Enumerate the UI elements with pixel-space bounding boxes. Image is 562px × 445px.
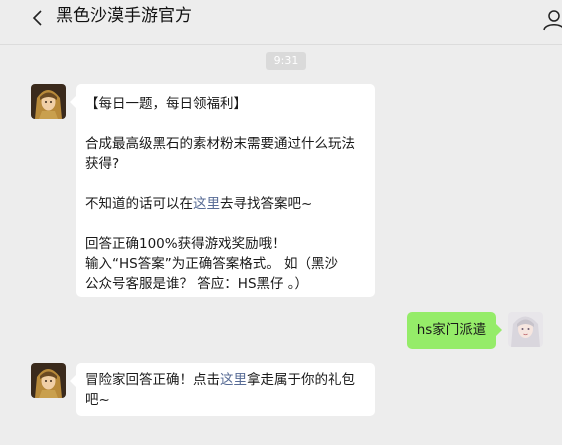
message-bubble-question: 【每日一题，每日领福利】 合成最高级黑石的素材粉末需要通过什么玩法 获得? 不知… — [70, 84, 375, 297]
hint-link[interactable]: 这里 — [193, 196, 220, 212]
message-timestamp: 9:31 — [266, 52, 306, 70]
reward-text-line: 公众号客服是谁？ 答应：HS黑仔 。） — [85, 276, 309, 292]
reward-message-line: 吧~ — [85, 392, 110, 408]
reward-message-line: 冒险家回答正确！点击这里拿走属于你的礼包 — [85, 370, 366, 390]
question-text-line: 获得? — [85, 156, 120, 172]
reward-link[interactable]: 这里 — [220, 372, 247, 388]
question-text-line: 合成最高级黑石的素材粉末需要通过什么玩法 — [85, 136, 355, 152]
message-bubble-reward: 冒险家回答正确！点击这里拿走属于你的礼包 吧~ — [70, 363, 375, 416]
official-avatar[interactable] — [31, 84, 66, 119]
chat-header: 黑色沙漠手游官方 — [0, 0, 562, 45]
message-bubble-user: hs家门派遣 — [407, 312, 502, 349]
reward-text-line: 回答正确100%获得游戏奖励哦！ — [85, 236, 286, 252]
hint-suffix: 去寻找答案吧~ — [220, 196, 313, 212]
reward-prefix: 冒险家回答正确！点击 — [85, 372, 220, 388]
reward-text-line: 输入“HS答案”为正确答案格式。 如（黑沙 — [85, 256, 338, 272]
reward-suffix: 拿走属于你的礼包 — [247, 372, 355, 388]
user-message-text: hs家门派遣 — [416, 322, 487, 338]
character-avatar-icon — [31, 363, 66, 398]
character-avatar-icon — [508, 312, 543, 347]
person-icon[interactable] — [541, 8, 562, 32]
character-avatar-icon — [31, 84, 66, 119]
user-avatar[interactable] — [508, 312, 543, 347]
question-title: 【每日一题，每日领福利】 — [85, 96, 247, 112]
page-title: 黑色沙漠手游官方 — [56, 6, 192, 26]
hint-prefix: 不知道的话可以在 — [85, 196, 193, 212]
hint-text: 不知道的话可以在这里去寻找答案吧~ — [85, 194, 366, 214]
official-avatar[interactable] — [31, 363, 66, 398]
chevron-left-icon[interactable] — [26, 6, 50, 30]
